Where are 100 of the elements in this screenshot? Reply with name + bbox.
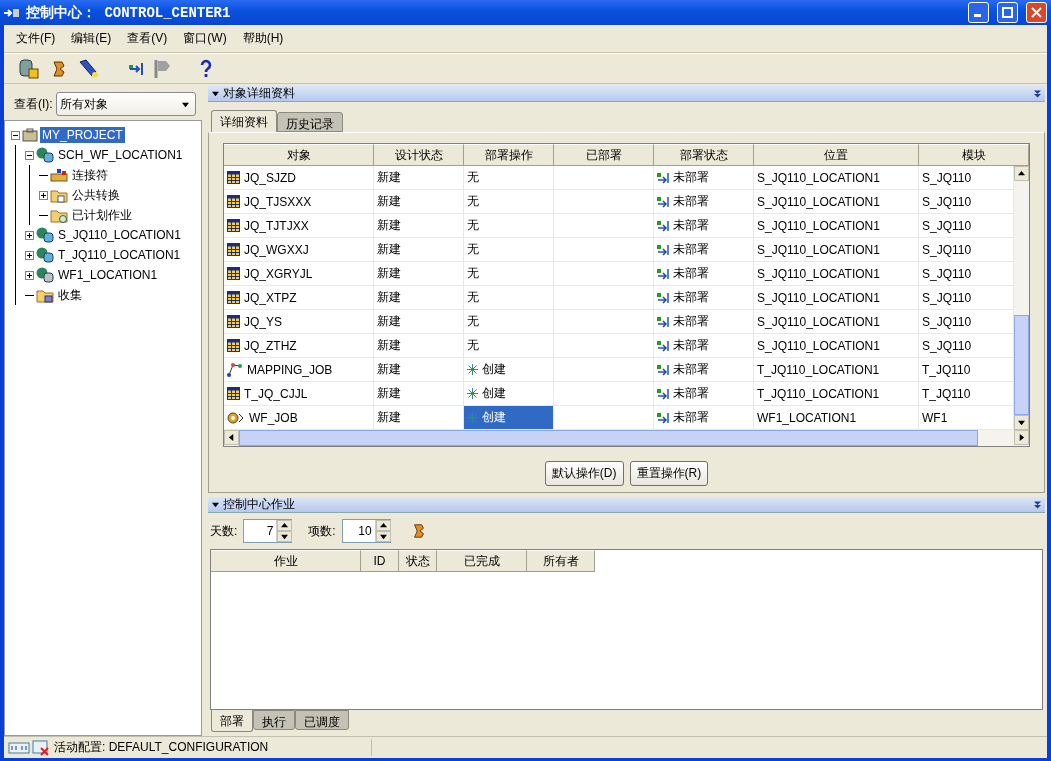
column-header[interactable]: 部署操作 — [464, 144, 554, 166]
column-header[interactable]: 对象 — [224, 144, 374, 166]
table-cell[interactable]: 无 — [464, 238, 554, 262]
collapse-icon[interactable] — [1034, 89, 1041, 98]
table-cell[interactable]: 创建 — [464, 358, 554, 382]
table-cell: 新建 — [374, 238, 464, 262]
tree-item[interactable]: T_JQ110_LOCATION1 — [56, 247, 183, 263]
table-cell: 新建 — [374, 286, 464, 310]
maximize-button[interactable] — [997, 2, 1018, 23]
column-header[interactable]: 作业 — [211, 550, 361, 572]
deploy-icon[interactable] — [128, 60, 144, 77]
column-header[interactable]: 位置 — [754, 144, 919, 166]
menu-item[interactable]: 查看(V) — [121, 28, 174, 49]
menu-item[interactable]: 编辑(E) — [65, 28, 118, 49]
horizontal-scrollbar[interactable] — [224, 430, 1029, 446]
tree-item[interactable]: 连接符 — [70, 165, 110, 185]
table-cell[interactable]: 创建 — [464, 406, 554, 430]
table-icon — [227, 195, 240, 208]
help-icon[interactable] — [200, 58, 212, 79]
status-icon — [657, 411, 669, 424]
tab[interactable]: 已调度 — [295, 710, 349, 730]
column-header[interactable]: 设计状态 — [374, 144, 464, 166]
table-cell: S_JQ110 — [919, 334, 1014, 358]
status-text: 未部署 — [673, 217, 709, 234]
items-spinner[interactable]: 10 — [341, 519, 391, 543]
tree-item[interactable]: SCH_WF_LOCATION1 — [56, 147, 185, 163]
up-arrow-icon[interactable] — [1018, 170, 1025, 177]
table-cell: S_JQ110_LOCATION1 — [754, 214, 919, 238]
tree-item[interactable]: MY_PROJECT — [40, 127, 125, 143]
status-icon — [657, 243, 669, 256]
collapse-toggle[interactable] — [25, 150, 34, 160]
tree-item[interactable]: 公共转换 — [70, 185, 122, 205]
table-cell[interactable]: 无 — [464, 286, 554, 310]
table-cell[interactable]: 无 — [464, 166, 554, 190]
table-cell: S_JQ110 — [919, 190, 1014, 214]
down-arrow-icon[interactable] — [379, 533, 387, 540]
tab[interactable]: 历史记录 — [277, 112, 343, 132]
table-cell[interactable]: 无 — [464, 310, 554, 334]
table-cell[interactable]: 创建 — [464, 382, 554, 406]
column-header[interactable]: 已部署 — [554, 144, 654, 166]
action-button[interactable]: 重置操作(R) — [629, 461, 709, 486]
table-cell: S_JQ110_LOCATION1 — [754, 238, 919, 262]
vertical-scrollbar[interactable] — [1014, 166, 1029, 430]
expand-toggle[interactable] — [25, 230, 34, 240]
globe-database-icon — [36, 147, 54, 163]
down-arrow-icon[interactable] — [212, 501, 219, 508]
column-header[interactable]: 模块 — [919, 144, 1029, 166]
database-save-icon[interactable] — [18, 57, 40, 80]
table-cell: S_JQ110_LOCATION1 — [754, 334, 919, 358]
expand-toggle[interactable] — [39, 190, 48, 200]
table-cell[interactable]: 无 — [464, 334, 554, 358]
object-name: JQ_WGXXJ — [244, 242, 309, 257]
panel-title: 对象详细资料 — [223, 85, 296, 102]
status-icon — [657, 267, 669, 280]
table-cell: 新建 — [374, 262, 464, 286]
expand-toggle[interactable] — [25, 250, 34, 260]
down-arrow-icon[interactable] — [182, 100, 189, 108]
table-cell[interactable]: 无 — [464, 262, 554, 286]
flag-icon[interactable] — [154, 58, 172, 79]
tree-item[interactable]: 已计划作业 — [70, 205, 134, 225]
tree-item[interactable]: WF1_LOCATION1 — [56, 267, 160, 283]
tab[interactable]: 执行 — [253, 710, 295, 730]
object-name: WF_JOB — [249, 410, 298, 425]
tab[interactable]: 部署 — [211, 710, 253, 732]
column-header[interactable]: 已完成 — [437, 550, 527, 572]
collapse-toggle[interactable] — [11, 130, 20, 140]
up-arrow-icon[interactable] — [379, 522, 387, 529]
table-cell: WF1_LOCATION1 — [754, 406, 919, 430]
action-text: 创建 — [482, 385, 506, 402]
tree-item[interactable]: 收集 — [56, 285, 84, 305]
down-arrow-icon[interactable] — [212, 90, 219, 97]
menu-item[interactable]: 文件(F) — [10, 28, 62, 49]
briefcase-icon — [22, 128, 38, 142]
days-spinner[interactable]: 7 — [243, 519, 293, 543]
collapse-icon[interactable] — [1034, 500, 1041, 509]
up-arrow-icon[interactable] — [281, 522, 289, 529]
close-icon — [1031, 7, 1042, 18]
down-arrow-icon[interactable] — [1018, 419, 1025, 426]
action-text: 无 — [467, 313, 479, 330]
left-arrow-icon[interactable] — [228, 434, 235, 441]
column-header[interactable]: 状态 — [399, 550, 437, 572]
status-icon — [657, 387, 669, 400]
column-header[interactable]: ID — [361, 550, 399, 572]
table-cell[interactable]: 无 — [464, 190, 554, 214]
action-button[interactable]: 默认操作(D) — [544, 461, 624, 486]
right-arrow-icon[interactable] — [1018, 434, 1025, 441]
folder-stack-icon — [36, 287, 54, 303]
table-cell: 新建 — [374, 310, 464, 334]
table-cell[interactable]: 无 — [464, 214, 554, 238]
column-header[interactable]: 所有者 — [527, 550, 595, 572]
minimize-button[interactable] — [968, 2, 989, 23]
column-header[interactable]: 部署状态 — [654, 144, 754, 166]
menu-item[interactable]: 窗口(W) — [177, 28, 233, 49]
close-button[interactable] — [1026, 2, 1047, 23]
down-arrow-icon[interactable] — [281, 533, 289, 540]
expand-toggle[interactable] — [25, 270, 34, 280]
tree-item[interactable]: S_JQ110_LOCATION1 — [56, 227, 183, 243]
tab[interactable]: 详细资料 — [211, 110, 277, 132]
menu-item[interactable]: 帮助(H) — [236, 28, 290, 49]
view-select[interactable]: 所有对象 — [55, 92, 196, 116]
